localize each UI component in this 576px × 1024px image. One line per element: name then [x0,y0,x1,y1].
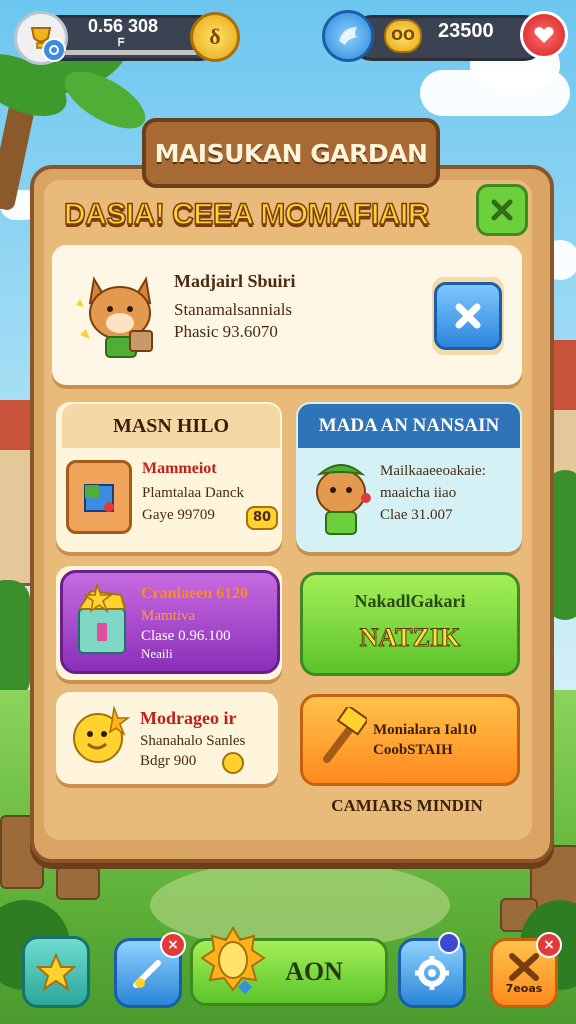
item-card-3-extra: Neaili [141,646,173,661]
gear-icon [415,956,449,990]
item-card-4[interactable]: Modrageo ir Shanahalo Sanles Bdgr 900 [56,692,278,784]
close-icon [491,199,513,221]
crate-decoration [56,866,100,900]
heart-icon [534,27,554,43]
left-section-header: MASN HILO [62,404,280,448]
settings-notification-badge [438,932,460,954]
close-menu-label: 7eoas [505,981,543,995]
item-card-1-price: Gaye 99709 [142,507,215,523]
featured-item-card[interactable]: Madjairl Sbuiri Stanamalsannials Phasic … [52,245,522,385]
featured-item-action-button[interactable] [432,277,504,355]
frog-character-icon [306,458,376,538]
favorites-button[interactable] [22,936,90,1008]
orange-button-line2: CoobSTAIH [373,742,453,758]
featured-item-title: Madjairl Sbuiri [174,271,296,291]
item-card-1-desc: Plamtalaa Danck [142,485,245,501]
cross-icon [455,303,481,329]
tool-icon [133,960,161,988]
left-resource-value: 0.56 308 [88,16,159,36]
item-card-1[interactable]: Mammeiot Plamtalaa Danck Gaye 99709 80 [64,458,278,538]
box-item-icon [66,460,132,534]
coin-icon [222,752,244,774]
item-card-4-title: Modrageo ir [140,708,237,728]
item-card-4-price: Bdgr 900 [140,753,197,769]
gold-coin-button[interactable]: δ [190,12,240,62]
item-card-2-title: Mailkaaeeoakaie: [380,463,486,479]
dialog-title: MAISUKAN GARDAN [142,118,440,188]
orange-button-line1: Monialara Ial10 [373,722,477,738]
right-resource-value: 23500 [438,20,494,42]
item-card-4-desc: Shanahalo Sanles [140,733,246,749]
item-card-2-price: Clae 31.007 [380,507,453,523]
item-card-3-title: Cranlaeen 6120 [141,585,249,602]
gem-button[interactable] [322,10,374,62]
bush [0,580,30,700]
bird-icon [339,27,357,45]
item-card-1-title: Mammeiot [142,460,217,477]
close-menu-badge: × [536,932,562,958]
left-resource-subtext: ᖴ [118,37,125,49]
tools-notification-badge: × [160,932,186,958]
close-button[interactable] [476,184,528,236]
item-card-1-coin-badge: 80 [246,506,278,530]
item-card-2[interactable]: Mailkaaeeoakaie: maaicha iiao Clae 31.00… [300,458,520,542]
xp-progress-bar [64,50,198,55]
dirt-path [150,860,450,950]
heart-button[interactable] [520,11,568,59]
dialog-subtitle: DASIA! CEEA MOMAFIAIR [63,197,430,232]
gear-icon [49,45,59,55]
star-icon [36,952,76,992]
item-card-2-desc: maaicha iiao [380,485,457,501]
cross-icon [509,952,539,981]
coin-icon: OO [384,19,422,53]
gift-box-icon [71,581,131,661]
green-action-button[interactable]: NakadlGakari NATZIK [300,572,520,676]
featured-item-desc: Stanamalsannials [174,300,293,319]
footer-label: CAMIARS MINDIN [331,796,483,815]
orange-action-button[interactable]: Monialara Ial10 CoobSTAIH [300,694,520,786]
bulb-badge-icon [200,926,266,1002]
item-card-3-desc: Mamtiva [141,608,196,624]
item-card-3[interactable]: Cranlaeen 6120 Mamtiva Clase 0.96.100 Ne… [60,570,280,674]
level-badge [42,38,66,62]
coin-icon: δ [209,24,221,49]
right-section-header: MADA AN NANSAIN [298,404,520,448]
green-button-top-label: NakadlGakari [354,591,466,611]
featured-item-price: Phasic 93.6070 [174,322,278,341]
coin-character-icon [70,704,131,768]
fox-character-icon [76,269,164,361]
hammer-icon [317,704,370,769]
green-button-main-label: NATZIK [359,623,461,653]
main-action-label: AON [285,957,343,986]
